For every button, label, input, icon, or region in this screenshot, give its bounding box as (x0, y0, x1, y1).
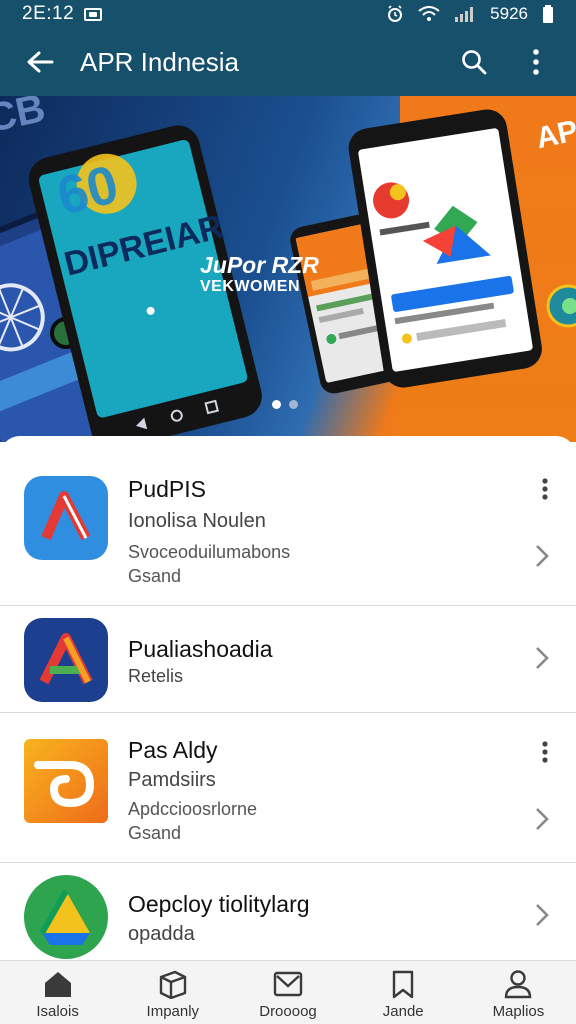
battery-icon (543, 5, 553, 23)
battery-percent: 5926 (490, 4, 528, 23)
banner-pager[interactable] (272, 400, 298, 409)
back-button[interactable] (0, 28, 80, 96)
app-subtitle: Retelis (128, 666, 184, 686)
pager-dot[interactable] (289, 400, 298, 409)
more-vert-icon (533, 49, 539, 75)
nav-item-box[interactable]: Impanly (115, 961, 230, 1024)
search-button[interactable] (456, 44, 492, 80)
chevron-right-icon (536, 647, 549, 669)
app-description: Apdccioosrlorne (128, 799, 258, 819)
list-item[interactable]: Pas Aldy Pamdsiirs Apdccioosrlorne Gsand (0, 713, 576, 863)
app-subtitle: Ionolisa Noulen (128, 510, 266, 532)
item-more-button[interactable] (538, 739, 552, 767)
signal-icon (455, 7, 474, 22)
nav-item-bookmark[interactable]: Jande (346, 961, 461, 1024)
bottom-navigation: Isalois Impanly Droooog Jande Maplios (0, 960, 576, 1024)
item-chevron[interactable] (532, 542, 552, 570)
list-item[interactable]: Pualiashoadia Retelis (0, 606, 576, 713)
app-subtitle: opadda (128, 923, 195, 945)
red-arrow-a-icon (24, 476, 108, 560)
nav-label: Jande (382, 1003, 424, 1020)
status-bar: 2E:12 5926 (0, 0, 576, 28)
app-name: Pas Aldy (128, 737, 218, 763)
more-vert-icon (542, 478, 548, 500)
orange-swirl-icon (24, 739, 108, 823)
drive-triangle-icon (24, 875, 108, 959)
app-name: PudPIS (128, 476, 206, 502)
item-chevron[interactable] (532, 901, 552, 929)
box-icon (159, 970, 186, 999)
promo-banner[interactable]: CB 60 DIPREIAR JuPor RZR VEKWOMEN APK (0, 96, 576, 442)
pager-dot-active[interactable] (272, 400, 281, 409)
overflow-menu-button[interactable] (518, 44, 554, 80)
list-item[interactable]: PudPIS Ionolisa Noulen Svoceoduilumabons… (0, 436, 576, 606)
home-icon (44, 972, 71, 997)
nav-label: Droooog (259, 1003, 317, 1020)
app-subtitle: Pamdsiirs (128, 769, 216, 791)
mail-icon (273, 971, 303, 997)
nav-label: Impanly (146, 1003, 200, 1020)
app-bar: APR Indnesia (0, 28, 576, 96)
bookmark-icon (393, 970, 414, 999)
page-title: APR Indnesia (80, 46, 239, 77)
app-name: Oepcloy tiolitylarg (128, 891, 310, 917)
app-list-sheet: PudPIS Ionolisa Noulen Svoceoduilumabons… (0, 436, 576, 960)
app-status: Gsand (128, 566, 182, 586)
image-notification-icon (84, 7, 103, 21)
status-time: 2E:12 (22, 3, 75, 24)
tricolor-a-icon (24, 618, 108, 702)
alarm-icon (388, 5, 403, 22)
chevron-right-icon (536, 545, 549, 567)
more-vert-icon (542, 741, 548, 763)
item-more-button[interactable] (538, 476, 552, 504)
search-icon (462, 50, 487, 75)
nav-item-profile[interactable]: Maplios (461, 961, 576, 1024)
wifi-icon (418, 6, 440, 21)
app-name: Pualiashoadia (128, 636, 273, 662)
nav-item-mail[interactable]: Droooog (230, 961, 345, 1024)
arrow-back-icon (27, 51, 54, 73)
app-status: Gsand (128, 823, 182, 843)
nav-item-home[interactable]: Isalois (0, 961, 115, 1024)
item-chevron[interactable] (532, 644, 552, 672)
banner-headline-line1: JuPor RZR (200, 252, 319, 278)
chevron-right-icon (536, 904, 549, 926)
app-description: Svoceoduilumabons (128, 542, 291, 562)
nav-label: Maplios (492, 1003, 545, 1020)
list-item[interactable]: Oepcloy tiolitylarg opadda (0, 863, 576, 960)
svg-text:CB: CB (0, 96, 49, 141)
nav-label: Isalois (36, 1003, 79, 1020)
banner-headline: JuPor RZR VEKWOMEN (200, 254, 319, 298)
person-icon (505, 970, 532, 999)
chevron-right-icon (536, 808, 549, 830)
banner-headline-line2: VEKWOMEN (200, 278, 300, 295)
item-chevron[interactable] (532, 805, 552, 833)
